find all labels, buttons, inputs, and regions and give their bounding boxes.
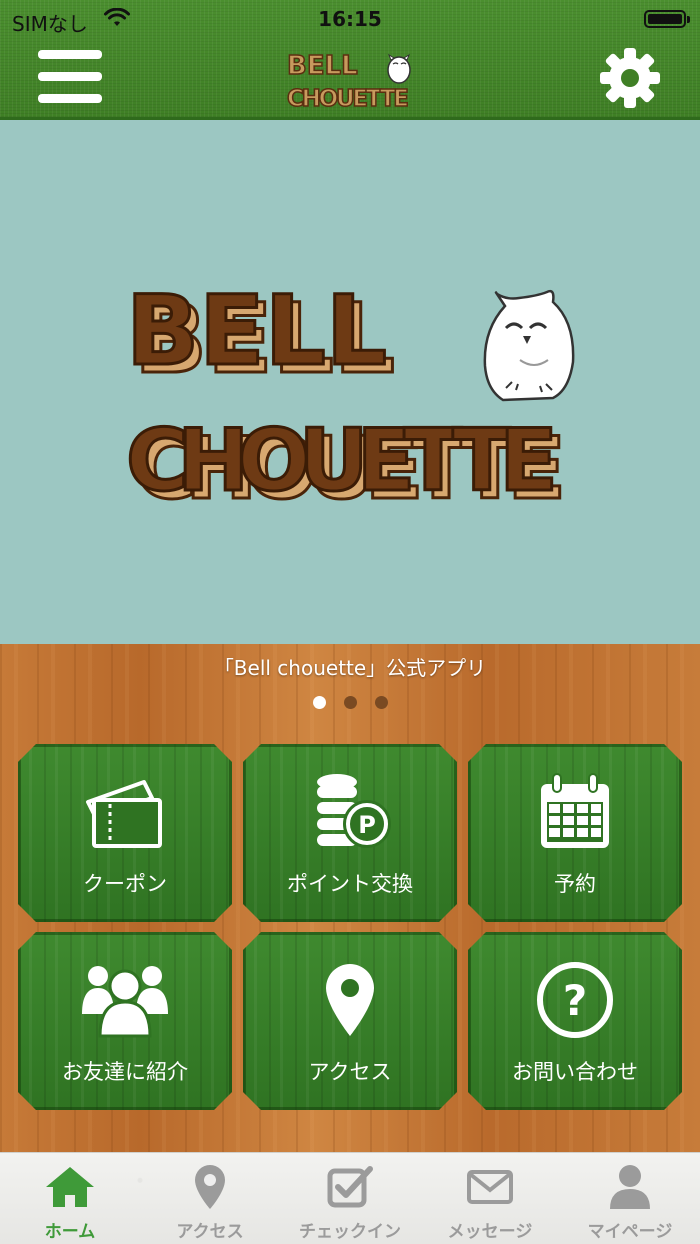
- tab-message[interactable]: メッセージ: [420, 1153, 560, 1244]
- users-icon: [80, 960, 170, 1040]
- menu-bar-icon: [38, 72, 102, 81]
- tab-label: チェックイン: [299, 1222, 401, 1242]
- brand-logo[interactable]: BELL CHOUETTE: [285, 44, 415, 114]
- menu-bar-icon: [38, 94, 102, 103]
- question-icon: ?: [535, 960, 615, 1040]
- map-pin-icon: [320, 960, 380, 1040]
- hero-logo: BELL BELL CHOUETTE CHOUETTE: [125, 274, 575, 521]
- home-icon: [46, 1167, 94, 1207]
- tab-label: マイページ: [587, 1222, 673, 1242]
- carousel-dot[interactable]: [374, 696, 388, 709]
- hero-logo-line1: BELL: [126, 275, 387, 387]
- hero-logo-line2: CHOUETTE: [126, 411, 558, 511]
- hero-banner[interactable]: BELL BELL CHOUETTE CHOUETTE: [0, 120, 700, 644]
- tab-home[interactable]: ホーム: [0, 1153, 140, 1244]
- ticket-icon: [80, 772, 170, 852]
- clock: 16:15: [318, 7, 382, 31]
- svg-text:?: ?: [563, 976, 587, 1025]
- tab-label: ホーム: [44, 1222, 96, 1242]
- tile-label: お友達に紹介: [62, 1060, 188, 1084]
- carousel-dot[interactable]: [343, 696, 357, 709]
- owl-icon: [387, 53, 411, 84]
- reservation-tile[interactable]: 予約: [468, 744, 682, 922]
- tab-access[interactable]: アクセス: [140, 1153, 280, 1244]
- carousel-pagination: [0, 696, 700, 709]
- calendar-icon: [535, 772, 615, 852]
- battery-icon: [644, 10, 690, 28]
- coupon-tile[interactable]: クーポン: [18, 744, 232, 922]
- logo-text-line1: BELL: [287, 51, 358, 81]
- owl-icon: [483, 289, 575, 402]
- menu-bar-icon: [38, 50, 102, 59]
- point-exchange-tile[interactable]: P ポイント交換: [243, 744, 457, 922]
- tile-label: お問い合わせ: [512, 1060, 638, 1084]
- invite-friends-tile[interactable]: お友達に紹介: [18, 932, 232, 1110]
- tab-checkin[interactable]: チェックイン: [280, 1153, 420, 1244]
- inquiry-tile[interactable]: ? お問い合わせ: [468, 932, 682, 1110]
- tab-label: アクセス: [176, 1222, 244, 1242]
- map-pin-icon: [195, 1165, 225, 1209]
- tab-mypage[interactable]: マイページ: [560, 1153, 700, 1244]
- coins-point-icon: P: [305, 772, 395, 852]
- checkin-icon: [327, 1166, 373, 1208]
- mail-icon: [467, 1170, 513, 1204]
- svg-text:P: P: [358, 811, 376, 839]
- logo-text-line2: CHOUETTE: [287, 86, 409, 112]
- bottom-tab-bar: ホーム アクセス チェックイン メッセージ マイページ: [0, 1152, 700, 1244]
- status-bar: SIMなし 16:15: [0, 0, 700, 38]
- tile-label: アクセス: [308, 1060, 392, 1084]
- app-tagline: 「Bell chouette」公式アプリ: [213, 656, 487, 680]
- tile-label: ポイント交換: [287, 872, 413, 896]
- access-tile[interactable]: アクセス: [243, 932, 457, 1110]
- top-navigation-bar: SIMなし 16:15 BELL CHOUETTE: [0, 0, 700, 120]
- settings-gear-icon[interactable]: [598, 46, 662, 110]
- tab-label: メッセージ: [447, 1222, 533, 1242]
- tile-label: クーポン: [83, 872, 167, 896]
- user-icon: [610, 1165, 650, 1209]
- hamburger-menu-button[interactable]: [38, 50, 102, 106]
- tile-label: 予約: [554, 872, 596, 896]
- carousel-dot[interactable]: [312, 696, 326, 709]
